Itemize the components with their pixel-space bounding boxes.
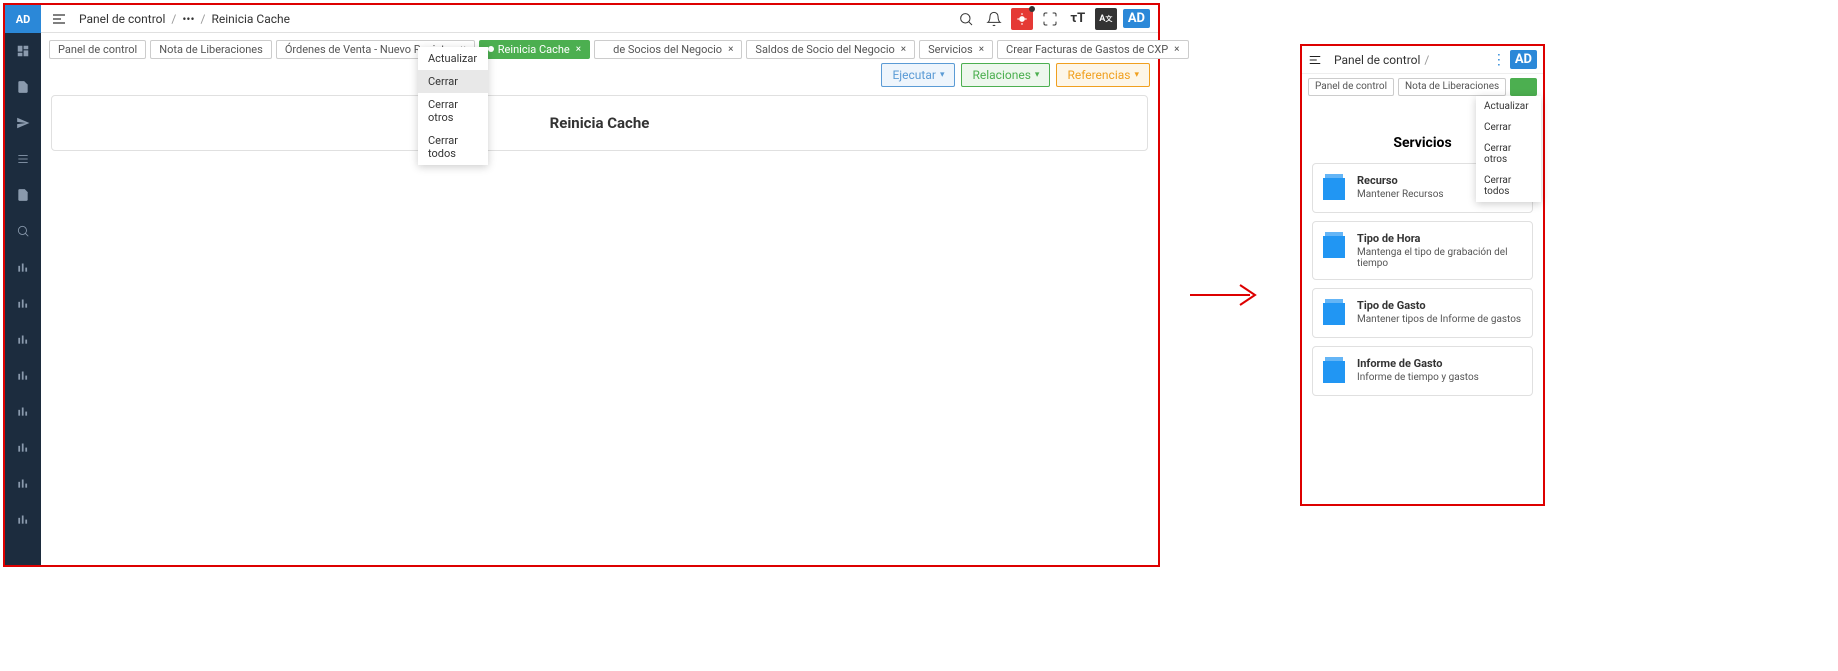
main-content: Reinicia Cache [51, 95, 1148, 151]
breadcrumb-ellipsis-icon[interactable]: ••• [182, 12, 194, 26]
header-logo[interactable]: AD [1123, 9, 1150, 28]
search-icon[interactable] [5, 213, 41, 249]
dashboard-icon[interactable] [5, 33, 41, 69]
mobile-menu-cerrar[interactable]: Cerrar [1476, 117, 1541, 138]
tab-crear-facturas[interactable]: Crear Facturas de Gastos de CXP× [997, 40, 1188, 59]
sidebar: AD [5, 5, 41, 565]
close-icon[interactable]: × [1174, 44, 1179, 55]
sidebar-logo[interactable]: AD [5, 5, 41, 33]
close-icon[interactable]: × [728, 44, 733, 55]
folder-icon [1323, 361, 1345, 383]
card-desc: Mantener tipos de Informe de gastos [1357, 314, 1524, 325]
mobile-header: Panel de control / ⋮ AD [1302, 46, 1543, 74]
bars-icon-8[interactable] [5, 501, 41, 537]
more-icon[interactable]: ⋮ [1492, 52, 1506, 68]
close-icon[interactable]: × [979, 44, 984, 55]
bars-icon-1[interactable] [5, 249, 41, 285]
menu-cerrar-otros[interactable]: Cerrar otros [418, 93, 488, 129]
mobile-menu-actualizar[interactable]: Actualizar [1476, 96, 1541, 117]
menu-actualizar[interactable]: Actualizar [418, 47, 488, 70]
bars-icon-3[interactable] [5, 321, 41, 357]
chevron-down-icon: ▾ [1035, 70, 1040, 80]
header: Panel de control / ••• / Reinicia Cache … [41, 5, 1158, 33]
bug-icon[interactable] [1011, 8, 1033, 30]
tab-socios-negocio[interactable]: de Socios del Negocio× [594, 40, 742, 59]
mobile-menu-cerrar-todos[interactable]: Cerrar todos [1476, 170, 1541, 202]
bars-icon-7[interactable] [5, 465, 41, 501]
card-desc: Mantenga el tipo de grabación del tiempo [1357, 247, 1524, 269]
close-icon[interactable]: × [576, 44, 581, 55]
main-app-window: AD Panel de control / ••• / Reinicia Cac… [3, 3, 1160, 567]
tab-servicios[interactable]: Servicios× [919, 40, 993, 59]
bars-icon-6[interactable] [5, 429, 41, 465]
card-title: Tipo de Gasto [1357, 299, 1524, 312]
document-icon[interactable] [5, 69, 41, 105]
tabs-row: Panel de control Nota de Liberaciones Ór… [41, 37, 1158, 61]
translate-icon[interactable]: A文 [1095, 8, 1117, 30]
card-title: Informe de Gasto [1357, 357, 1524, 370]
mobile-logo[interactable]: AD [1510, 50, 1537, 69]
tab-panel-control[interactable]: Panel de control [49, 40, 146, 59]
mobile-breadcrumb[interactable]: Panel de control [1334, 53, 1420, 67]
bars-icon-5[interactable] [5, 393, 41, 429]
dirty-dot-icon [488, 46, 494, 52]
menu-cerrar[interactable]: Cerrar [418, 70, 488, 93]
card-desc: Informe de tiempo y gastos [1357, 372, 1524, 383]
close-icon[interactable]: × [901, 44, 906, 55]
mobile-tab-active[interactable] [1510, 78, 1537, 96]
bell-icon[interactable] [983, 8, 1005, 30]
folder-icon [1323, 178, 1345, 200]
card-title: Tipo de Hora [1357, 232, 1524, 245]
menu-toggle-icon[interactable] [49, 9, 69, 29]
fullscreen-icon[interactable] [1039, 8, 1061, 30]
bars-icon-2[interactable] [5, 285, 41, 321]
tab-saldos-socio[interactable]: Saldos de Socio del Negocio× [746, 40, 915, 59]
breadcrumb-current: Reinicia Cache [211, 12, 290, 26]
card-tipo-hora[interactable]: Tipo de Hora Mantenga el tipo de grabaci… [1312, 221, 1533, 280]
tab-context-menu: Actualizar Cerrar Cerrar otros Cerrar to… [418, 47, 488, 165]
mobile-tab-nota[interactable]: Nota de Liberaciones [1398, 78, 1506, 96]
menu-toggle-icon[interactable] [1308, 52, 1324, 68]
menu-cerrar-todos[interactable]: Cerrar todos [418, 129, 488, 165]
breadcrumb-sep: / [201, 12, 206, 26]
mobile-app-window: Panel de control / ⋮ AD Panel de control… [1300, 44, 1545, 506]
mobile-tab-panel-control[interactable]: Panel de control [1308, 78, 1394, 96]
tab-reinicia-cache[interactable]: Reinicia Cache× [479, 40, 590, 59]
breadcrumb: Panel de control / ••• / Reinicia Cache [79, 12, 290, 26]
list-icon[interactable] [5, 141, 41, 177]
arrow-icon [1185, 275, 1265, 315]
chevron-down-icon: ▾ [1134, 70, 1139, 80]
tab-nota-liberaciones[interactable]: Nota de Liberaciones [150, 40, 272, 59]
ejecutar-button[interactable]: Ejecutar▾ [881, 63, 955, 87]
referencias-button[interactable]: Referencias▾ [1056, 63, 1150, 87]
folder-icon [1323, 236, 1345, 258]
mobile-header-right: ⋮ AD [1492, 50, 1537, 69]
page-title: Reinicia Cache [70, 114, 1129, 132]
folder-icon [1323, 303, 1345, 325]
file-icon[interactable] [5, 177, 41, 213]
bars-icon-4[interactable] [5, 357, 41, 393]
relaciones-button[interactable]: Relaciones▾ [961, 63, 1050, 87]
search-icon[interactable] [955, 8, 977, 30]
actions-row: Ejecutar▾ Relaciones▾ Referencias▾ [881, 63, 1150, 87]
mobile-menu-cerrar-otros[interactable]: Cerrar otros [1476, 138, 1541, 170]
card-tipo-gasto[interactable]: Tipo de Gasto Mantener tipos de Informe … [1312, 288, 1533, 338]
send-icon[interactable] [5, 105, 41, 141]
header-right: τT A文 AD [955, 8, 1150, 30]
breadcrumb-sep: / [171, 12, 176, 26]
mobile-context-menu: Actualizar Cerrar Cerrar otros Cerrar to… [1476, 96, 1541, 202]
card-informe-gasto[interactable]: Informe de Gasto Informe de tiempo y gas… [1312, 346, 1533, 396]
text-size-icon[interactable]: τT [1067, 8, 1089, 30]
breadcrumb-root[interactable]: Panel de control [79, 12, 165, 26]
chevron-down-icon: ▾ [940, 70, 945, 80]
breadcrumb-sep: / [1424, 53, 1429, 67]
